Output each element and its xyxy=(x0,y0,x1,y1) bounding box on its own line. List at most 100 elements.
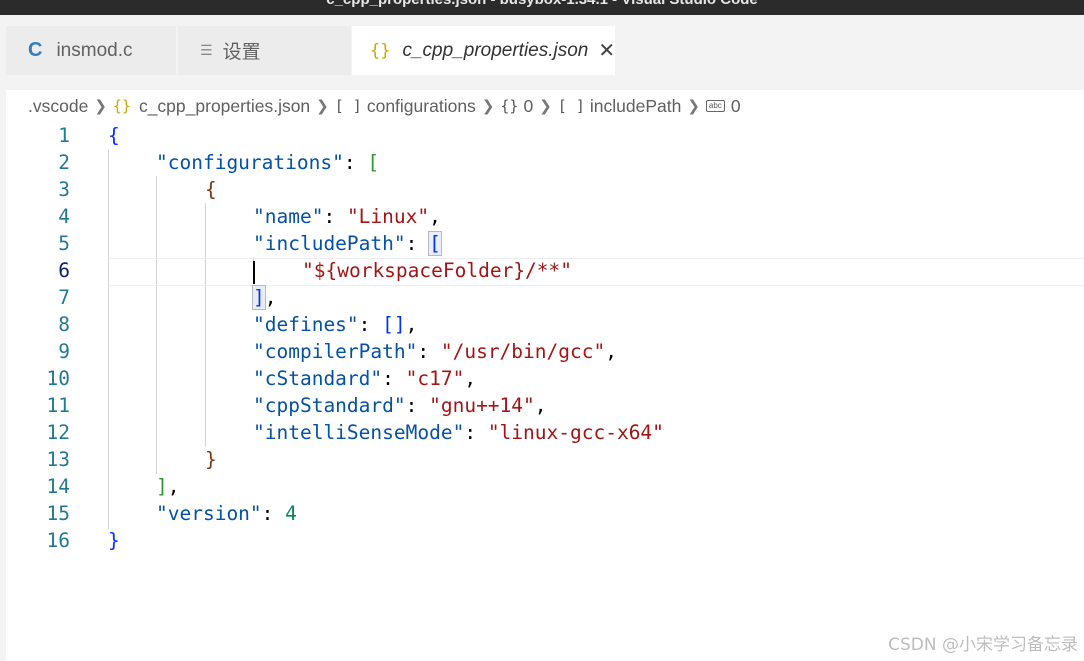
brace: { xyxy=(205,178,217,201)
tab-c-cpp-properties[interactable]: {} c_cpp_properties.json ✕ xyxy=(352,26,616,75)
code-line: 2 "configurations": [ xyxy=(0,149,1084,176)
bracket: [ xyxy=(367,151,380,174)
colon: : xyxy=(323,205,347,228)
line-number: 2 xyxy=(58,151,70,174)
brace: { xyxy=(108,124,120,147)
code-line: 12 "intelliSenseMode": "linux-gcc-x64" xyxy=(0,419,1084,446)
colon: : xyxy=(358,313,383,336)
json-key: "cppStandard" xyxy=(253,394,406,417)
tab-label: insmod.c xyxy=(56,39,133,61)
line-number: 3 xyxy=(58,178,70,201)
colon: : xyxy=(417,340,441,363)
code-line: 5 "includePath": [ xyxy=(0,230,1084,257)
colon: : xyxy=(261,502,286,525)
comma: , xyxy=(534,394,547,417)
line-number-current: 6 xyxy=(58,259,70,282)
close-icon[interactable]: ✕ xyxy=(598,38,615,63)
json-string: "gnu++14" xyxy=(429,394,535,417)
comma: , xyxy=(167,475,180,498)
line-number: 13 xyxy=(46,448,70,471)
c-file-icon: C xyxy=(28,39,43,61)
breadcrumb-item-vscode[interactable]: .vscode xyxy=(28,96,88,117)
json-key: "name" xyxy=(253,205,324,228)
comma: , xyxy=(405,313,418,336)
chevron-right-icon: ❯ xyxy=(316,98,329,115)
code-line: 11 "cppStandard": "gnu++14", xyxy=(0,392,1084,419)
comma: , xyxy=(264,286,277,309)
json-string: "/usr/bin/gcc" xyxy=(440,340,606,363)
line-number: 9 xyxy=(58,340,70,363)
breadcrumb-item-configurations[interactable]: configurations xyxy=(367,96,476,117)
code-line: 16 } xyxy=(0,527,1084,554)
window-title-bar: c_cpp_properties.json - busybox-1.34.1 -… xyxy=(0,0,1084,15)
tab-label: 设置 xyxy=(222,42,261,63)
tab-label: c_cpp_properties.json xyxy=(402,39,589,61)
chevron-right-icon: ❯ xyxy=(481,98,495,115)
array-icon: [ ] xyxy=(557,97,585,115)
json-key: "cStandard" xyxy=(253,367,383,390)
breadcrumb-item-file[interactable]: c_cpp_properties.json xyxy=(139,96,310,117)
json-key: "defines" xyxy=(253,313,359,336)
code-line: 9 "compilerPath": "/usr/bin/gcc", xyxy=(0,338,1084,365)
code-line: 14 ], xyxy=(0,473,1084,500)
json-string: "c17" xyxy=(405,367,465,390)
chevron-right-icon: ❯ xyxy=(94,98,107,115)
code-line: 3 { xyxy=(0,176,1084,203)
chevron-right-icon: ❯ xyxy=(687,98,700,115)
bracket: ] xyxy=(156,475,168,498)
line-number: 12 xyxy=(46,421,70,444)
json-string: "Linux" xyxy=(346,205,430,228)
breadcrumb: .vscode ❯ {} c_cpp_properties.json ❯ [ ]… xyxy=(28,94,741,118)
comma: , xyxy=(605,340,617,363)
line-number: 10 xyxy=(46,367,70,390)
json-string: "${workspaceFolder}/**" xyxy=(302,259,573,282)
code-line: 1 { xyxy=(0,122,1084,149)
code-line: 4 "name": "Linux", xyxy=(0,203,1084,230)
watermark: CSDN @小宋学习备忘录 xyxy=(888,635,1078,655)
line-number: 14 xyxy=(46,475,70,498)
code-line: 6 "${workspaceFolder}/**" xyxy=(0,257,1084,284)
colon: : xyxy=(343,151,368,174)
line-number: 1 xyxy=(58,124,70,147)
comma: , xyxy=(464,367,477,390)
colon: : xyxy=(405,394,430,417)
settings-icon: ☰ xyxy=(200,42,213,58)
line-number: 11 xyxy=(46,394,70,417)
json-braces-icon: {} xyxy=(112,97,131,115)
tab-settings[interactable]: ☰ 设置 xyxy=(178,26,352,75)
brace: } xyxy=(205,448,217,471)
json-key: "compilerPath" xyxy=(253,340,418,363)
json-braces-icon: {} xyxy=(370,40,391,61)
matched-bracket: [ xyxy=(428,231,442,256)
matched-bracket: ] xyxy=(252,285,266,310)
line-number: 4 xyxy=(58,205,70,228)
code-line: 15 "version": 4 xyxy=(0,500,1084,527)
json-key: "intelliSenseMode" xyxy=(253,421,465,444)
breadcrumb-item-index[interactable]: 0 xyxy=(523,96,533,117)
bracket: [] xyxy=(382,313,406,336)
code-line: 10 "cStandard": "c17", xyxy=(0,365,1084,392)
window-title: c_cpp_properties.json - busybox-1.34.1 -… xyxy=(0,0,1084,8)
json-key: "version" xyxy=(156,502,262,525)
object-icon: {} xyxy=(500,97,519,115)
json-number: 4 xyxy=(285,502,297,525)
comma: , xyxy=(429,205,441,228)
colon: : xyxy=(405,232,430,255)
chevron-right-icon: ❯ xyxy=(539,98,552,115)
line-number: 5 xyxy=(58,232,70,255)
json-key: "configurations" xyxy=(156,151,344,174)
colon: : xyxy=(382,367,406,390)
breadcrumb-item-includepath[interactable]: includePath xyxy=(590,96,681,117)
json-string: "linux-gcc-x64" xyxy=(487,421,664,444)
line-number: 8 xyxy=(58,313,70,336)
breadcrumb-item-value[interactable]: 0 xyxy=(731,96,741,117)
line-number: 7 xyxy=(58,286,70,309)
string-value-icon: abc xyxy=(705,100,725,112)
json-key: "includePath" xyxy=(253,232,406,255)
code-line: 8 "defines": [], xyxy=(0,311,1084,338)
code-line: 7 ], xyxy=(0,284,1084,311)
tab-insmod-c[interactable]: C insmod.c xyxy=(6,26,177,75)
code-line: 13 } xyxy=(0,446,1084,473)
brace: } xyxy=(108,529,120,552)
line-number: 15 xyxy=(46,502,70,525)
